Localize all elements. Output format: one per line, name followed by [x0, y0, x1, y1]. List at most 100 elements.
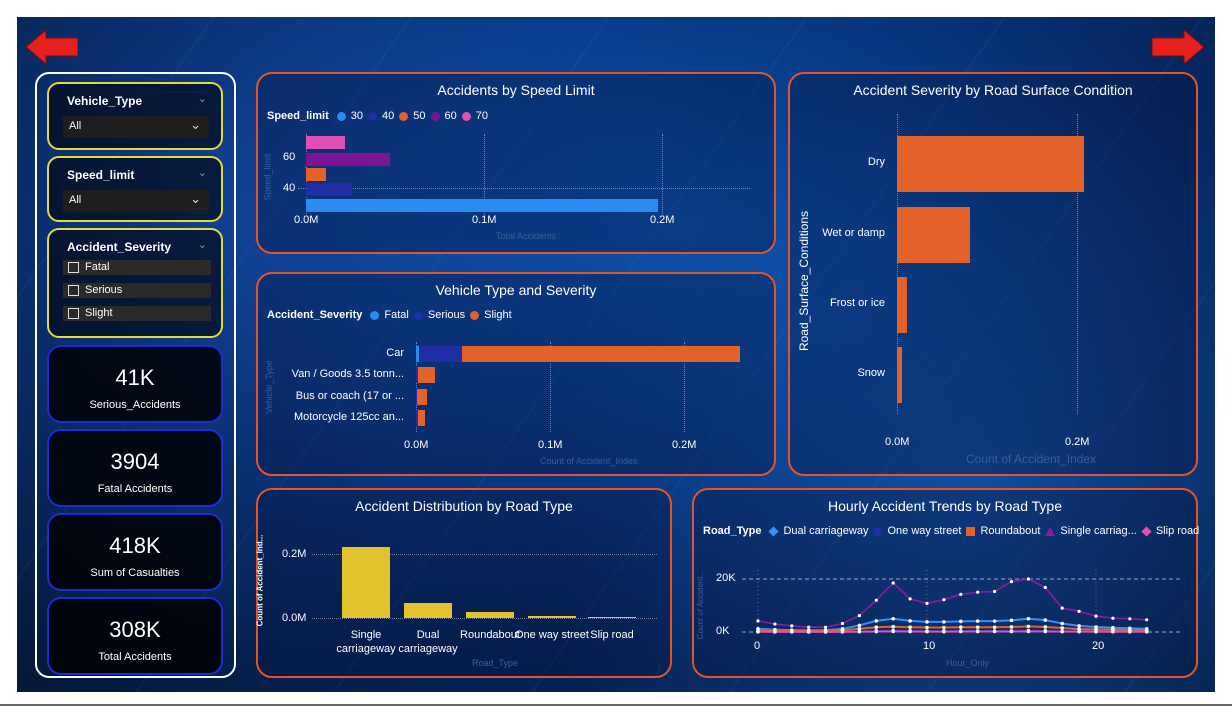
data-point — [1026, 629, 1031, 634]
y-axis-title: Count of Accident_Ind... — [255, 534, 265, 627]
data-point — [1026, 616, 1031, 621]
data-point — [891, 616, 895, 621]
chevron-down-icon[interactable]: ⌄ — [198, 166, 207, 179]
chart-title: Accident Distribution by Road Type — [355, 498, 573, 514]
data-point — [992, 629, 997, 634]
x-tick-label: 0.2M — [672, 439, 697, 451]
checkbox-icon[interactable] — [68, 285, 79, 296]
data-point — [874, 629, 879, 634]
bar — [404, 603, 452, 618]
legend-title: Accident_Severity — [267, 309, 363, 321]
x-axis-title: Road_Type — [472, 658, 519, 668]
data-point — [1077, 609, 1081, 613]
data-point — [908, 629, 912, 634]
data-point — [1043, 625, 1048, 629]
kpi-value: 418K — [109, 533, 161, 558]
data-point — [857, 613, 861, 618]
data-point — [942, 625, 946, 630]
y-tick-label: Wet or damp — [822, 227, 885, 239]
data-point — [773, 622, 777, 626]
data-point — [874, 619, 879, 623]
vehicle-type-dropdown[interactable]: All ⌄ — [63, 116, 209, 138]
legend-title: Speed_limit — [267, 110, 329, 122]
x-axis-title: Total Accidents — [496, 231, 557, 241]
x-tick-label: 20 — [1092, 640, 1105, 652]
data-point — [874, 625, 879, 630]
bar — [306, 153, 390, 166]
severity-option-serious[interactable]: Serious — [63, 283, 211, 298]
data-point — [942, 620, 946, 624]
severity-option-slight[interactable]: Slight — [63, 306, 211, 321]
y-tick-label: 40 — [283, 182, 296, 194]
checkbox-icon[interactable] — [68, 262, 79, 273]
bar — [306, 183, 353, 196]
data-point — [840, 630, 845, 634]
chart-title: Accident Severity by Road Surface Condit… — [853, 82, 1133, 98]
y-tick-label: Bus or coach (17 or ... — [295, 390, 404, 402]
data-point — [993, 589, 997, 594]
y-tick-label: 60 — [283, 151, 296, 163]
speed-limit-dropdown[interactable]: All ⌄ — [63, 190, 209, 212]
bar — [466, 611, 514, 618]
y-tick-label: 0K — [716, 625, 730, 637]
checkbox-icon[interactable] — [68, 308, 79, 319]
legend-label: 30 — [350, 110, 363, 122]
severity-option-fatal[interactable]: Fatal — [63, 260, 211, 275]
bottom-divider — [0, 704, 1232, 706]
kpi-value: 3904 — [110, 449, 160, 474]
y-axis-title: Road_Surface_Conditions — [797, 210, 812, 352]
data-point — [1026, 624, 1031, 629]
data-point — [959, 619, 963, 624]
chevron-down-icon[interactable]: ⌄ — [198, 92, 207, 105]
data-point — [959, 625, 963, 630]
data-point — [992, 625, 997, 630]
chevron-down-icon: ⌄ — [190, 191, 201, 206]
kpi-label: Total Accidents — [98, 651, 172, 663]
legend-label: Serious — [427, 309, 466, 321]
data-point — [942, 598, 946, 602]
y-tick-label: Car — [386, 347, 404, 359]
data-point — [857, 623, 862, 628]
data-point — [975, 625, 980, 630]
data-point — [773, 630, 777, 634]
bar — [897, 347, 902, 403]
data-point — [908, 619, 912, 623]
chart-title: Vehicle Type and Severity — [435, 282, 597, 298]
data-point — [976, 590, 980, 594]
road-type-chart: Accident Distribution by Road Type Single… — [255, 488, 672, 678]
x-tick-label: 0.0M — [294, 214, 319, 226]
speed-limit-slicer-title: Speed_limit — [67, 168, 135, 182]
right-arrow-icon[interactable] — [1152, 30, 1204, 64]
left-arrow-icon[interactable] — [26, 30, 78, 64]
data-point — [1145, 618, 1149, 622]
data-point — [1077, 624, 1081, 628]
bar — [342, 546, 390, 618]
bar — [306, 136, 346, 149]
legend-marker — [470, 310, 480, 320]
speed-limit-slicer: Speed_limit ⌄ All ⌄ — [47, 156, 223, 222]
data-point — [1060, 626, 1064, 630]
data-point — [925, 601, 929, 605]
gridline — [312, 618, 657, 619]
legend-marker — [461, 111, 471, 121]
kpi-label: Fatal Accidents — [97, 483, 173, 495]
chevron-down-icon[interactable]: ⌄ — [198, 238, 207, 251]
kpi-card-sum-casualties: 418K Sum of Casualties — [47, 513, 223, 591]
chart-legend: Accident_Severity Fatal Serious Slight — [267, 309, 512, 321]
vehicle-type-value: All — [69, 120, 82, 132]
x-axis-title: Count of Accident_Index — [540, 456, 638, 466]
x-tick-label: 0 — [754, 640, 761, 652]
bar — [419, 346, 463, 362]
legend-marker — [368, 111, 377, 121]
legend-label: 50 — [413, 110, 426, 122]
data-point — [874, 598, 878, 602]
speed-limit-chart: Accidents by Speed Limit Speed_limit 30 40 5… — [256, 72, 776, 254]
legend-marker — [399, 111, 409, 121]
data-point — [1009, 580, 1014, 584]
data-point — [925, 620, 929, 624]
kpi-card-fatal-accidents: 3904 Fatal Accidents — [47, 429, 223, 507]
data-point — [942, 629, 946, 634]
chevron-down-icon: ⌄ — [190, 117, 201, 132]
y-axis-title: Count of Accident... — [696, 569, 706, 640]
data-point — [975, 619, 980, 623]
